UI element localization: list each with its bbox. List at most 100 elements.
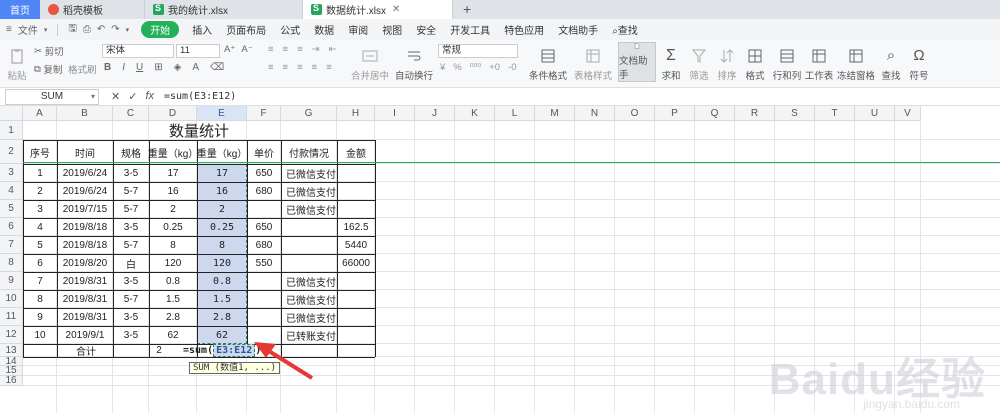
table-cell[interactable]: 6 xyxy=(23,254,57,272)
table-cell[interactable]: 5440 xyxy=(337,236,375,254)
percent-icon[interactable]: % xyxy=(453,62,461,73)
table-title[interactable]: 数量统计 xyxy=(23,121,375,140)
column-header-p[interactable]: P xyxy=(655,106,695,121)
row-header-3[interactable]: 3 xyxy=(0,164,23,182)
paste-button[interactable]: 粘贴 xyxy=(4,42,30,82)
menu-developer[interactable]: 开发工具 xyxy=(443,22,497,37)
sheet-button[interactable]: 工作表 xyxy=(804,42,834,82)
row-header-11[interactable]: 11 xyxy=(0,308,23,326)
row-header-6[interactable]: 6 xyxy=(0,218,23,236)
cancel-icon[interactable]: ✕ xyxy=(111,90,120,103)
table-cell[interactable]: 0.25 xyxy=(149,218,197,236)
header-cell[interactable]: 规格 xyxy=(113,140,149,164)
table-cell[interactable]: 已微信支付 xyxy=(281,308,337,326)
menu-find[interactable]: ⌕查找 xyxy=(605,22,645,37)
table-cell[interactable]: 2019/9/1 xyxy=(57,326,113,344)
row-header-10[interactable]: 10 xyxy=(0,290,23,308)
menu-insert[interactable]: 插入 xyxy=(185,22,219,37)
table-cell[interactable]: 66000 xyxy=(337,254,375,272)
border-icon[interactable]: ⊞ xyxy=(154,62,162,73)
menu-view[interactable]: 视图 xyxy=(375,22,409,37)
header-cell[interactable]: 金额 xyxy=(337,140,375,164)
table-cell[interactable]: 已转账支付 xyxy=(281,326,337,344)
table-cell[interactable]: 3-5 xyxy=(113,308,149,326)
find-button[interactable]: ⌕ 查找 xyxy=(878,42,904,83)
menu-features[interactable]: 特色应用 xyxy=(497,22,551,37)
table-cell[interactable]: 5-7 xyxy=(113,290,149,308)
total-label[interactable]: 合计 xyxy=(23,344,149,358)
menu-security[interactable]: 安全 xyxy=(409,22,443,37)
chevron-down-icon[interactable]: ▾ xyxy=(44,26,48,34)
select-all-corner[interactable] xyxy=(0,106,23,121)
table-cell[interactable]: 62 xyxy=(197,326,247,344)
table-cell[interactable]: 680 xyxy=(247,182,281,200)
table-cell[interactable]: 120 xyxy=(197,254,247,272)
column-header-a[interactable]: A xyxy=(23,106,57,121)
chevron-down-icon[interactable]: ▾ xyxy=(91,92,95,101)
row-header-9[interactable]: 9 xyxy=(0,272,23,290)
table-cell[interactable]: 5-7 xyxy=(113,200,149,218)
tab-my-stats[interactable]: 我的统计.xlsx xyxy=(145,0,303,19)
save-icon[interactable]: 🖫 xyxy=(68,21,77,38)
table-cell[interactable]: 已微信支付 xyxy=(281,272,337,290)
table-cell[interactable]: 8 xyxy=(197,236,247,254)
header-cell[interactable]: 时间 xyxy=(57,140,113,164)
table-cell[interactable]: 3-5 xyxy=(113,272,149,290)
column-header-j[interactable]: J xyxy=(415,106,455,121)
new-tab-button[interactable]: + xyxy=(453,0,481,19)
row-header-16[interactable]: 16 xyxy=(0,376,23,386)
table-cell[interactable]: 4 xyxy=(23,218,57,236)
menu-page-layout[interactable]: 页面布局 xyxy=(219,22,273,37)
table-cell[interactable]: 10 xyxy=(23,326,57,344)
table-cell[interactable]: 16 xyxy=(197,182,247,200)
menu-icon[interactable]: ≡ xyxy=(6,24,12,35)
sort-button[interactable]: 排序 xyxy=(714,42,740,82)
formula-input[interactable]: =sum(E3:E12) xyxy=(164,91,236,102)
name-box[interactable]: SUM ▾ xyxy=(5,88,99,105)
copy-button[interactable]: ⧉ 复制 xyxy=(34,62,62,77)
more-icon[interactable]: ▾ xyxy=(126,26,130,34)
row-header-2[interactable]: 2 xyxy=(0,140,23,164)
table-cell[interactable]: 2 xyxy=(197,200,247,218)
table-cell[interactable]: 2019/8/20 xyxy=(57,254,113,272)
table-cell[interactable]: 62 xyxy=(149,326,197,344)
editing-cell[interactable]: =sum(E3:E12) xyxy=(183,344,293,357)
decrease-decimal-icon[interactable]: -0 xyxy=(508,62,516,73)
eraser-icon[interactable]: ⌫ xyxy=(210,62,224,73)
table-cell[interactable]: 2.8 xyxy=(149,308,197,326)
table-cell[interactable]: 2019/7/15 xyxy=(57,200,113,218)
shrink-font-icon[interactable]: A⁻ xyxy=(241,44,252,55)
column-header-h[interactable]: H xyxy=(337,106,375,121)
table-cell[interactable]: 680 xyxy=(247,236,281,254)
header-cell[interactable]: 重量（kg） xyxy=(197,140,248,164)
table-cell[interactable]: 0.8 xyxy=(197,272,247,290)
table-cell[interactable]: 已微信支付 xyxy=(281,290,337,308)
print-icon[interactable]: ⎙ xyxy=(83,24,91,35)
bold-icon[interactable]: B xyxy=(104,62,111,73)
table-cell[interactable]: 2019/8/31 xyxy=(57,308,113,326)
table-cell[interactable]: 2 xyxy=(23,182,57,200)
table-cell[interactable]: 5-7 xyxy=(113,236,149,254)
column-header-c[interactable]: C xyxy=(113,106,149,121)
column-header-s[interactable]: S xyxy=(775,106,815,121)
table-cell[interactable]: 2 xyxy=(149,200,197,218)
font-name-select[interactable]: 宋体 xyxy=(102,44,174,58)
undo-icon[interactable]: ↶ xyxy=(97,24,105,35)
underline-icon[interactable]: U xyxy=(136,62,143,73)
table-cell[interactable]: 17 xyxy=(197,164,247,182)
confirm-icon[interactable]: ✓ xyxy=(128,90,137,103)
column-header-k[interactable]: K xyxy=(455,106,495,121)
table-cell[interactable]: 120 xyxy=(149,254,197,272)
number-format-select[interactable]: 常规 xyxy=(438,44,518,58)
table-cell[interactable]: 9 xyxy=(23,308,57,326)
fill-color-icon[interactable]: ◈ xyxy=(174,62,182,73)
table-cell[interactable]: 2019/6/24 xyxy=(57,182,113,200)
currency-icon[interactable]: ¥ xyxy=(440,62,445,73)
column-header-r[interactable]: R xyxy=(735,106,775,121)
cond-format-button[interactable]: 条件格式 xyxy=(527,42,569,82)
align-middle-icon[interactable]: ≡ xyxy=(283,44,289,55)
symbol-button[interactable]: Ω 符号 xyxy=(906,42,932,83)
row-header-7[interactable]: 7 xyxy=(0,236,23,254)
menu-doc-assistant[interactable]: 文档助手 xyxy=(551,22,605,37)
rowcol-button[interactable]: 行和列 xyxy=(772,42,802,82)
